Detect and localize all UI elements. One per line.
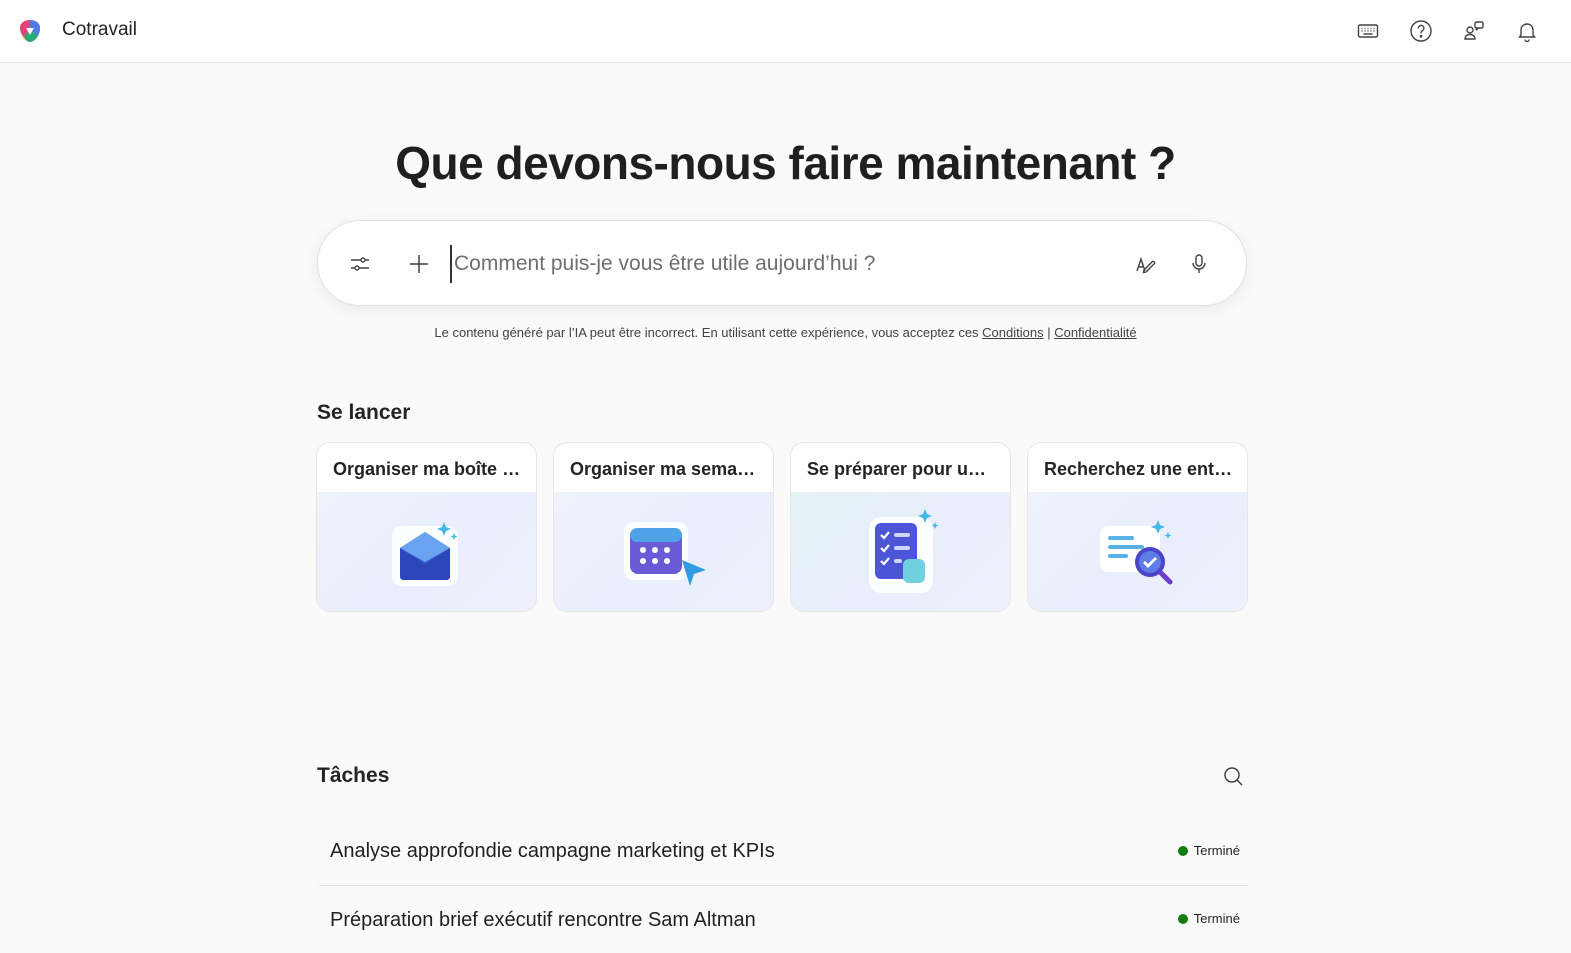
- status-text: Terminé: [1193, 843, 1240, 858]
- top-bar: Cotravail: [0, 0, 1571, 63]
- settings-sliders-icon[interactable]: [344, 248, 376, 280]
- link-separator: |: [1043, 325, 1055, 340]
- status-badge: Terminé: [1177, 911, 1240, 926]
- ai-disclaimer: Le contenu généré par l’IA peut être inc…: [0, 325, 1571, 340]
- prompt-box: [317, 220, 1247, 306]
- card-title: Recherchez une entreprise: [1044, 459, 1234, 479]
- calendar-cursor-icon: [623, 521, 706, 586]
- card-illustration: [554, 492, 773, 611]
- tasks-title: Tâches: [317, 764, 390, 787]
- keyboard-icon[interactable]: [1352, 15, 1384, 47]
- privacy-link[interactable]: Confidentialité: [1054, 325, 1136, 340]
- card-title: Se préparer pour une réunion: [807, 459, 997, 479]
- card-organize-week[interactable]: Organiser ma semaine: [553, 442, 774, 612]
- card-illustration: [1028, 492, 1247, 611]
- terms-link[interactable]: Conditions: [982, 325, 1043, 340]
- status-badge: Terminé: [1177, 843, 1240, 858]
- card-title: Organiser ma boîte de réception: [333, 459, 523, 479]
- help-icon[interactable]: [1405, 15, 1437, 47]
- task-name: Analyse approfondie campagne marketing e…: [330, 840, 775, 862]
- card-organize-inbox[interactable]: Organiser ma boîte de réception: [316, 442, 537, 612]
- task-row[interactable]: Analyse approfondie campagne marketing e…: [319, 820, 1248, 886]
- task-name: Préparation brief exécutif rencontre Sam…: [330, 909, 756, 931]
- card-illustration: [791, 492, 1010, 611]
- task-row[interactable]: Préparation brief exécutif rencontre Sam…: [319, 889, 1248, 953]
- search-icon[interactable]: [1218, 761, 1248, 791]
- pen-sparkle-icon[interactable]: [1130, 248, 1162, 280]
- card-title: Organiser ma semaine: [570, 459, 760, 479]
- people-icon[interactable]: [1458, 15, 1490, 47]
- checklist-icon: [868, 508, 938, 593]
- microphone-icon[interactable]: [1183, 248, 1215, 280]
- status-text: Terminé: [1193, 911, 1240, 926]
- prompt-input[interactable]: [450, 245, 1090, 283]
- bell-icon[interactable]: [1511, 15, 1543, 47]
- add-icon[interactable]: [403, 248, 435, 280]
- page-headline: Que devons-nous faire maintenant ?: [395, 137, 1176, 189]
- card-search-company[interactable]: Recherchez une entreprise: [1027, 442, 1248, 612]
- card-illustration: [317, 492, 536, 611]
- card-prepare-meeting[interactable]: Se préparer pour une réunion: [790, 442, 1011, 612]
- status-dot-icon: [1177, 845, 1188, 856]
- copilot-logo-icon[interactable]: [16, 17, 44, 45]
- mail-envelope-icon: [391, 521, 458, 586]
- document-search-icon: [1099, 519, 1172, 584]
- disclaimer-text: Le contenu généré par l’IA peut être inc…: [434, 325, 983, 340]
- app-title: Cotravail: [62, 19, 137, 40]
- status-dot-icon: [1177, 913, 1188, 924]
- get-started-title: Se lancer: [317, 401, 411, 424]
